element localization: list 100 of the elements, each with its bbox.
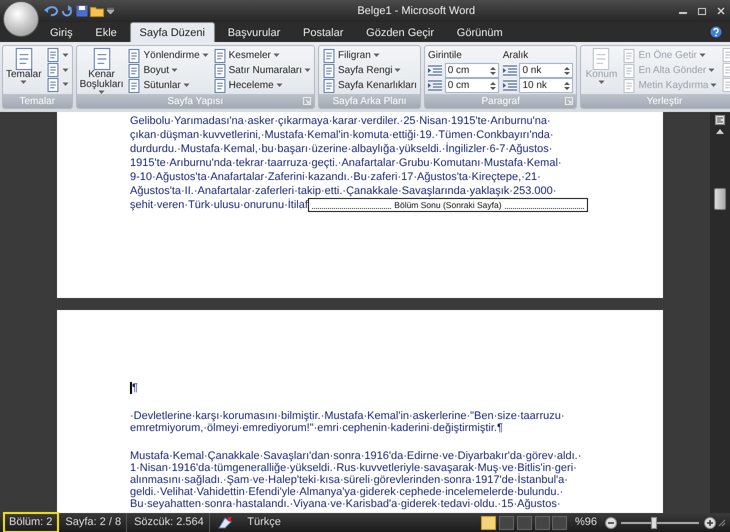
ribbon-button[interactable]: Satır Numaraları — [212, 63, 311, 78]
page-icon — [622, 78, 636, 92]
page-icon — [127, 64, 142, 78]
page-icon — [46, 63, 60, 77]
ribbon-button[interactable]: Kesmeler — [212, 48, 311, 63]
folder-icon[interactable] — [90, 5, 104, 17]
spin-field[interactable]: 0 cm — [444, 78, 499, 93]
group-label: Temalar — [20, 94, 56, 108]
caret-icon — [62, 52, 69, 58]
body-text: ¶ — [132, 382, 138, 394]
caret-icon — [171, 68, 178, 73]
indent-icon — [428, 64, 442, 76]
redo-icon[interactable] — [60, 5, 73, 17]
zoom-slider-thumb[interactable] — [651, 516, 657, 528]
group-label: Sayfa Yapısı — [167, 94, 224, 108]
status-text[interactable]: Sözcük: 2.564 — [129, 513, 210, 532]
scroll-up-icon[interactable] — [716, 128, 724, 134]
body-text: Bu·seyahatten·sonra·hastalandı.·Viyana·ve·Karisbad'a·giderek·tedavi·oldu.·15·Ağustos· — [130, 498, 561, 510]
page-icon — [622, 48, 636, 62]
help-icon[interactable] — [710, 26, 722, 38]
customize-icon[interactable] — [107, 8, 114, 14]
page-icon — [322, 78, 336, 92]
body-text: 9-10·Ağustos'ta·Anafartalar·Zaferini·kazandı.·Bu·zaferi·17·Ağustos'ta·Kireçtepe,·21· — [130, 170, 541, 184]
ribbon-button[interactable]: Sayfa Rengi — [322, 63, 417, 78]
body-text: 1915'te·Arıburnu'nda·tekrar·taarruza·geçti.·Anafartalar·Grubu·Komutanı·Mustafa·Kemal· — [130, 156, 562, 170]
body-text: Mustafa·Kemal·Çanakkale·Savaşları'dan·sonra·1916'da·Edirne·ve·Diyarbakır'da·görev·aldı.· — [130, 450, 582, 462]
caret-icon — [182, 83, 190, 88]
body-text: şehit·veren·Türk·ulusu·onurunu·İtilaf — [130, 198, 308, 212]
caret-icon — [304, 68, 311, 73]
ribbon-button[interactable]: Boyut — [127, 63, 209, 78]
body-text: durdurdu.·Mustafa·Kemal,·bu·başarı·üzerine·albaylığa·yükseldi.·İngilizler·6-7·Ağustos· — [130, 142, 552, 156]
group-label: Paragraf — [482, 94, 520, 108]
ribbon-button[interactable] — [46, 48, 69, 63]
close-icon[interactable] — [716, 7, 724, 15]
caret-icon — [598, 80, 605, 85]
scrollbar-thumb[interactable] — [714, 188, 726, 210]
save-icon[interactable] — [76, 5, 88, 17]
indent-icon — [502, 64, 517, 76]
maximize-icon[interactable] — [698, 7, 706, 15]
ribbon-button[interactable]: Kenar Boşlukları — [80, 48, 124, 95]
spinner-icon — [564, 80, 570, 90]
ribbon-tab[interactable]: Giriş — [40, 22, 83, 42]
body-text: Ağustos'ta·II.·Anafartalar·zaferleri·takip·etti.·Çanakkale·Savaşlarında·yaklaşık·253.000· — [130, 184, 556, 198]
view-button[interactable] — [481, 516, 496, 530]
caret-icon — [272, 53, 280, 58]
undo-icon[interactable] — [44, 5, 58, 17]
body-text: geldi.·Velihat·Vahidettin·Efendi'yle·Almanya'ya·giderek·cephede·incelemelerde·bulundu.· — [130, 486, 564, 498]
language-status[interactable]: Türkçe — [242, 514, 286, 531]
caret-icon — [276, 83, 283, 88]
resize-grip-icon[interactable] — [718, 518, 726, 526]
status-text[interactable]: Sayfa: 2 / 8 — [60, 513, 128, 532]
spinner-icon — [490, 80, 496, 90]
zoom-level[interactable]: %96 — [574, 514, 597, 531]
indent-icon — [428, 80, 442, 92]
page-icon — [46, 78, 60, 92]
caret-icon — [708, 68, 716, 73]
ribbon-button[interactable]: Yönlendirme — [127, 48, 209, 63]
spinner-icon — [564, 66, 570, 76]
ribbon-tab[interactable]: Başvurular — [218, 22, 290, 42]
ruler-icon[interactable] — [715, 114, 725, 125]
ribbon-button[interactable]: Sayfa Kenarlıkları — [322, 78, 417, 93]
spin-field[interactable]: 0 nk — [519, 63, 574, 78]
ribbon-tab[interactable]: Gözden Geçir — [356, 22, 444, 42]
caret-icon — [62, 82, 69, 88]
spinner-icon — [490, 66, 496, 76]
spin-field[interactable]: 10 nk — [519, 78, 574, 93]
caret-icon — [372, 53, 380, 58]
indent-icon — [502, 80, 517, 92]
group-label: Yerleştir — [646, 94, 682, 108]
ribbon-tab[interactable]: Görünüm — [446, 22, 513, 42]
proofing-icon[interactable] — [218, 516, 234, 529]
ribbon-button[interactable]: Filigran — [322, 48, 417, 63]
group-label: Sayfa Arka Planı — [332, 94, 406, 108]
caret-icon — [710, 83, 718, 88]
ribbon-button[interactable]: Heceleme — [212, 78, 311, 93]
ribbon-tab[interactable]: Sayfa Düzeni — [130, 22, 215, 42]
ribbon-button[interactable] — [46, 77, 69, 92]
section-break-label: Bölüm Sonu (Sonraki Sayfa) — [394, 199, 502, 211]
page-icon — [46, 48, 60, 62]
page-icon — [212, 78, 227, 92]
ribbon-button[interactable]: Temalar — [6, 48, 42, 85]
page-icon — [212, 64, 227, 78]
body-text: alınmasını·sağladı.·Şam·ve·Halep'teki·kısa·süreli·görevlerinden·sonra·1917'de·İstanbul'a· — [130, 474, 568, 486]
window-title: Belge1 - Microsoft Word — [357, 4, 476, 19]
caret-icon — [20, 80, 28, 85]
ribbon-button[interactable]: Sütunlar — [127, 78, 209, 93]
ribbon-button[interactable] — [46, 62, 69, 78]
field-label: Aralık — [502, 49, 530, 63]
page-icon — [622, 64, 636, 78]
body-text: Gelibolu·Yarımadası'na·asker·çıkarmaya·karar·verdiler.·25·Nisan·1915'te·Arıburnu'na· — [130, 114, 551, 128]
zoom-out-icon[interactable] — [604, 516, 616, 528]
page-icon — [322, 64, 336, 78]
body-text: emretmiyorum,·ölmeyi·emrediyorum!"·emri·cephenin·kaderini·değiştirmiştir.¶ — [130, 422, 503, 434]
ribbon-tab[interactable]: Postalar — [293, 22, 354, 42]
status-text[interactable]: Bölüm: 2 — [4, 513, 58, 532]
office-button[interactable] — [3, 1, 39, 37]
ribbon-tab[interactable]: Ekle — [85, 22, 127, 42]
spin-field[interactable]: 0 cm — [444, 63, 499, 78]
zoom-in-icon[interactable] — [704, 516, 716, 528]
page-icon — [322, 48, 336, 62]
